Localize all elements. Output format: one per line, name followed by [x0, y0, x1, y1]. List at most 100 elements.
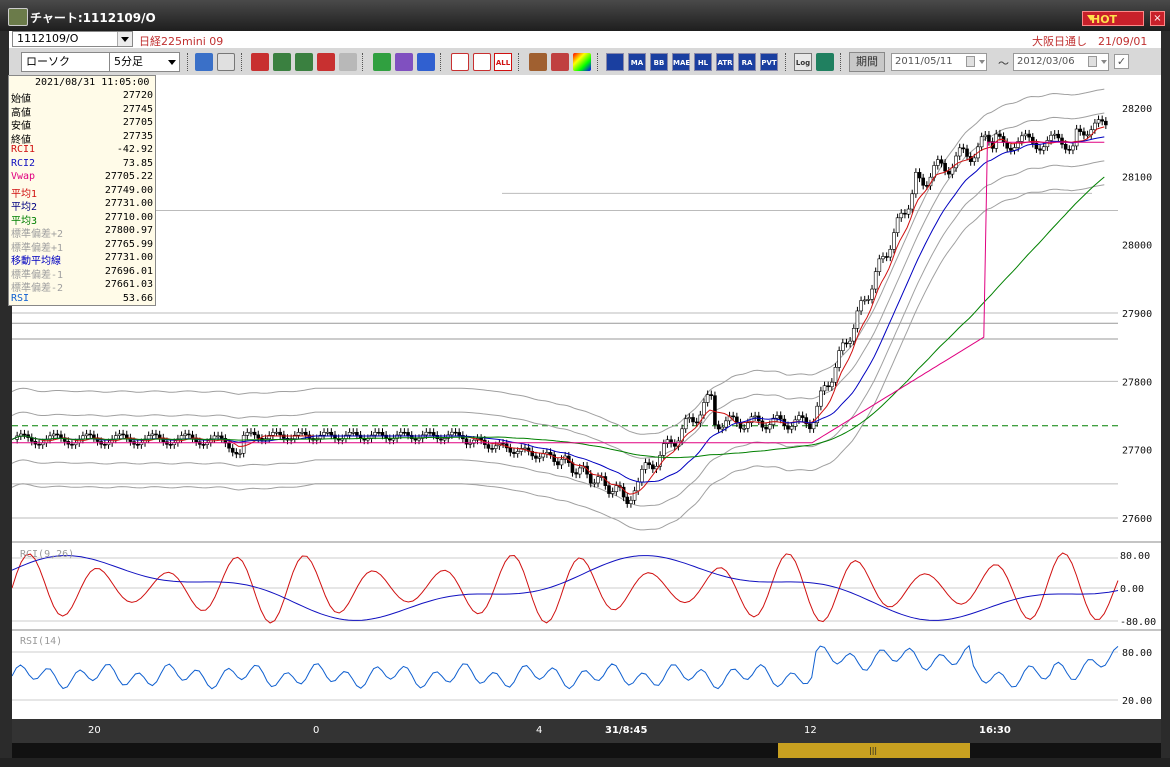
candle-body: [355, 432, 359, 436]
symbol-select[interactable]: 1112109/O: [12, 31, 133, 47]
candle-body: [1104, 120, 1108, 126]
compare-icon[interactable]: [317, 53, 335, 71]
candle-body: [862, 299, 867, 302]
undo-icon[interactable]: [417, 53, 435, 71]
chart-type-select[interactable]: ローソク: [21, 52, 122, 72]
candle-body: [884, 256, 889, 258]
chart-type-value: ローソク: [26, 55, 70, 68]
close-button[interactable]: ×: [1150, 11, 1165, 26]
info-row: RCI2 73.85: [11, 158, 153, 171]
candle-body: [1041, 146, 1046, 151]
atr-button[interactable]: ATR: [716, 53, 734, 71]
ra-button[interactable]: RA: [738, 53, 756, 71]
info-row: 標準偏差+2 27800.97: [11, 225, 153, 240]
info-row: 平均2 27731.00: [11, 198, 153, 213]
chart-svg[interactable]: 28200 28100 28000 27900 27800 27700 27600 80.00…: [12, 75, 1161, 719]
bb-button[interactable]: BB: [650, 53, 668, 71]
indicator-grid-icon[interactable]: [606, 53, 624, 71]
info-row: 始値 27720: [11, 90, 153, 105]
toolbar-separator: [362, 53, 365, 71]
y-tick-label: 28000: [1122, 241, 1152, 252]
candle-body: [592, 482, 597, 485]
candle-body: [672, 443, 677, 447]
candle-body: [252, 431, 257, 436]
crosshair-icon[interactable]: [217, 53, 235, 71]
candle-body: [249, 431, 253, 434]
log-button[interactable]: Log: [794, 53, 812, 71]
candle-body: [614, 485, 619, 492]
candle-body: [844, 342, 849, 345]
candle-body: [282, 434, 286, 439]
candle-body: [347, 432, 352, 436]
toolbar-separator: [785, 53, 788, 71]
candle-body: [797, 415, 801, 421]
hl-button[interactable]: HL: [694, 53, 712, 71]
date-to-field[interactable]: 2012/03/06: [1013, 53, 1109, 71]
candle-body: [939, 159, 944, 164]
hot-flame-icon: [1087, 15, 1095, 21]
chevron-down-icon[interactable]: [165, 53, 179, 71]
candle-body: [450, 431, 454, 436]
all-button[interactable]: ALL: [494, 53, 512, 71]
candle-body: [464, 438, 469, 445]
ma-button[interactable]: MA: [628, 53, 646, 71]
info-icon[interactable]: [339, 53, 357, 71]
info-value: 73.85: [122, 157, 153, 169]
candle-body: [826, 385, 830, 388]
candle-body: [979, 136, 984, 148]
candle-body: [892, 232, 896, 250]
candle-body: [486, 444, 491, 449]
candle-body: [84, 433, 89, 437]
draw-down-icon[interactable]: [251, 53, 269, 71]
candle-body: [640, 469, 644, 483]
candle-body: [230, 447, 235, 453]
info-datetime: 2021/08/31 11:05:00: [35, 77, 150, 88]
candle-body: [534, 455, 538, 459]
chevron-down-icon[interactable]: [117, 32, 132, 46]
rsi-panel-title: RSI(14): [20, 636, 63, 647]
hot-button[interactable]: HOT: [1082, 11, 1144, 26]
candle-body: [588, 473, 593, 484]
interval-select[interactable]: 5分足: [109, 52, 180, 72]
candle-body: [179, 435, 184, 440]
info-value: 27800.97: [104, 225, 153, 236]
toolbar-separator: [518, 53, 521, 71]
candle-body: [274, 431, 279, 434]
search-chart-icon[interactable]: [273, 53, 291, 71]
candle-body: [607, 485, 611, 494]
candle-body: [888, 249, 893, 258]
x-tick-label: 16:30: [979, 725, 1011, 736]
candle-body: [556, 461, 560, 466]
cursor-icon[interactable]: [395, 53, 413, 71]
zoom-icon[interactable]: [195, 53, 213, 71]
candle-expand-icon[interactable]: [473, 53, 491, 71]
pencil-icon[interactable]: [373, 53, 391, 71]
mae-button[interactable]: MAE: [672, 53, 690, 71]
y-tick-label: 80.00: [1120, 551, 1150, 562]
info-row: 平均1 27749.00: [11, 185, 153, 200]
chevron-down-icon[interactable]: [1101, 60, 1107, 64]
candle-body: [643, 462, 648, 470]
candle-body: [1038, 148, 1042, 151]
date-from-field[interactable]: 2011/05/11: [891, 53, 987, 71]
settings-icon[interactable]: [529, 53, 547, 71]
tools-icon[interactable]: [551, 53, 569, 71]
bar-chart-icon[interactable]: [295, 53, 313, 71]
export-icon[interactable]: [816, 53, 834, 71]
calendar-icon[interactable]: [1088, 56, 1097, 67]
period-button[interactable]: 期間: [849, 52, 885, 72]
calendar-icon[interactable]: [966, 56, 975, 67]
candle-body: [767, 424, 772, 430]
info-label: RCI2: [11, 157, 36, 169]
chevron-down-icon[interactable]: [979, 60, 985, 64]
color-palette-icon[interactable]: [573, 53, 591, 71]
apply-checkbox[interactable]: ✓: [1114, 54, 1129, 69]
candle-body: [983, 134, 988, 138]
candle-body: [841, 342, 845, 351]
pvt-button[interactable]: PVT: [760, 53, 778, 71]
candle-body: [559, 459, 564, 466]
title-bar[interactable]: チャート:1112109/O HOT ×: [0, 0, 1170, 31]
candle-body: [325, 431, 330, 434]
horizontal-scrollbar[interactable]: [12, 743, 1161, 758]
candle-shrink-icon[interactable]: [451, 53, 469, 71]
